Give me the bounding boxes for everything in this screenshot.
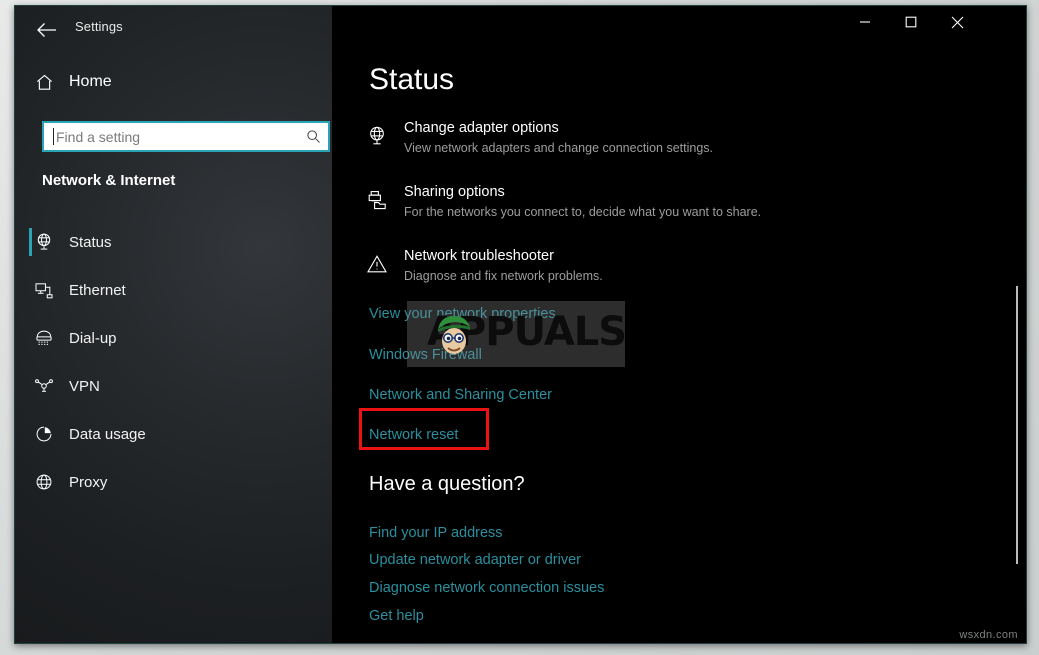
ethernet-icon	[19, 280, 69, 300]
sidebar-item-data-usage[interactable]: Data usage	[15, 410, 332, 458]
main-content: Status Change adapter options View netwo…	[332, 6, 1026, 643]
page-title: Status	[369, 63, 455, 96]
sidebar-item-proxy[interactable]: Proxy	[15, 458, 332, 506]
selection-indicator	[29, 228, 32, 256]
footer-watermark: wsxdn.com	[959, 629, 1018, 641]
action-title: Change adapter options	[404, 120, 559, 136]
action-sharing-options[interactable]: Sharing options For the networks you con…	[362, 183, 922, 221]
scrollbar[interactable]	[1010, 54, 1020, 637]
screenshot-root: Settings Home Find a setting Network & I…	[0, 0, 1039, 655]
link-diagnose-network-issues[interactable]: Diagnose network connection issues	[369, 580, 604, 596]
sidebar-item-label: Status	[69, 233, 112, 251]
search-box[interactable]	[42, 121, 330, 152]
action-title: Network troubleshooter	[404, 248, 554, 264]
sidebar-item-label: Home	[69, 73, 112, 90]
pie-chart-icon	[19, 424, 69, 444]
search-input[interactable]	[54, 123, 298, 150]
minimize-button[interactable]	[842, 6, 888, 38]
action-change-adapter-options[interactable]: Change adapter options View network adap…	[362, 119, 922, 157]
sidebar: Home Network & Internet	[15, 6, 332, 643]
sidebar-item-label: Dial-up	[69, 329, 117, 347]
action-description: Diagnose and fix network problems.	[404, 269, 603, 283]
link-find-your-ip-address[interactable]: Find your IP address	[369, 525, 503, 541]
warning-triangle-icon	[362, 249, 392, 279]
link-view-network-properties[interactable]: View your network properties	[369, 306, 556, 322]
sharing-icon	[362, 185, 392, 215]
dialup-icon	[19, 328, 69, 348]
globe-stand-icon	[19, 232, 69, 252]
settings-window: Settings Home Find a setting Network & I…	[14, 5, 1027, 644]
sidebar-category-title: Network & Internet	[42, 172, 176, 189]
search-icon[interactable]	[298, 129, 328, 144]
close-button[interactable]	[934, 6, 980, 38]
vpn-icon	[19, 376, 69, 396]
link-get-help[interactable]: Get help	[369, 608, 424, 624]
window-title: Settings	[75, 19, 123, 34]
sidebar-item-vpn[interactable]: VPN	[15, 362, 332, 410]
globe-icon	[19, 472, 69, 492]
link-network-and-sharing-center[interactable]: Network and Sharing Center	[369, 387, 552, 403]
section-title: Have a question?	[369, 473, 525, 495]
home-icon	[19, 73, 69, 92]
scrollbar-thumb[interactable]	[1016, 286, 1018, 564]
sidebar-item-ethernet[interactable]: Ethernet	[15, 266, 332, 314]
link-windows-firewall[interactable]: Windows Firewall	[369, 347, 482, 363]
title-bar: Settings	[15, 6, 1026, 54]
sidebar-item-label: Ethernet	[69, 281, 126, 299]
action-description: View network adapters and change connect…	[404, 141, 713, 155]
sidebar-item-label: Data usage	[69, 425, 146, 443]
globe-stand-icon	[362, 121, 392, 151]
link-network-reset[interactable]: Network reset	[369, 427, 458, 443]
sidebar-nav: Status Ethernet Dial-up VPN Data usage P…	[15, 218, 332, 506]
sidebar-item-status[interactable]: Status	[15, 218, 332, 266]
sidebar-item-home[interactable]: Home	[15, 64, 332, 100]
sidebar-item-label: Proxy	[69, 473, 108, 491]
maximize-button[interactable]	[888, 6, 934, 38]
back-arrow-icon[interactable]	[29, 16, 63, 44]
sidebar-item-label: VPN	[69, 377, 100, 395]
link-update-network-adapter[interactable]: Update network adapter or driver	[369, 552, 581, 568]
action-title: Sharing options	[404, 184, 505, 200]
action-description: For the networks you connect to, decide …	[404, 205, 762, 219]
sidebar-item-dial-up[interactable]: Dial-up	[15, 314, 332, 362]
action-network-troubleshooter[interactable]: Network troubleshooter Diagnose and fix …	[362, 247, 922, 285]
